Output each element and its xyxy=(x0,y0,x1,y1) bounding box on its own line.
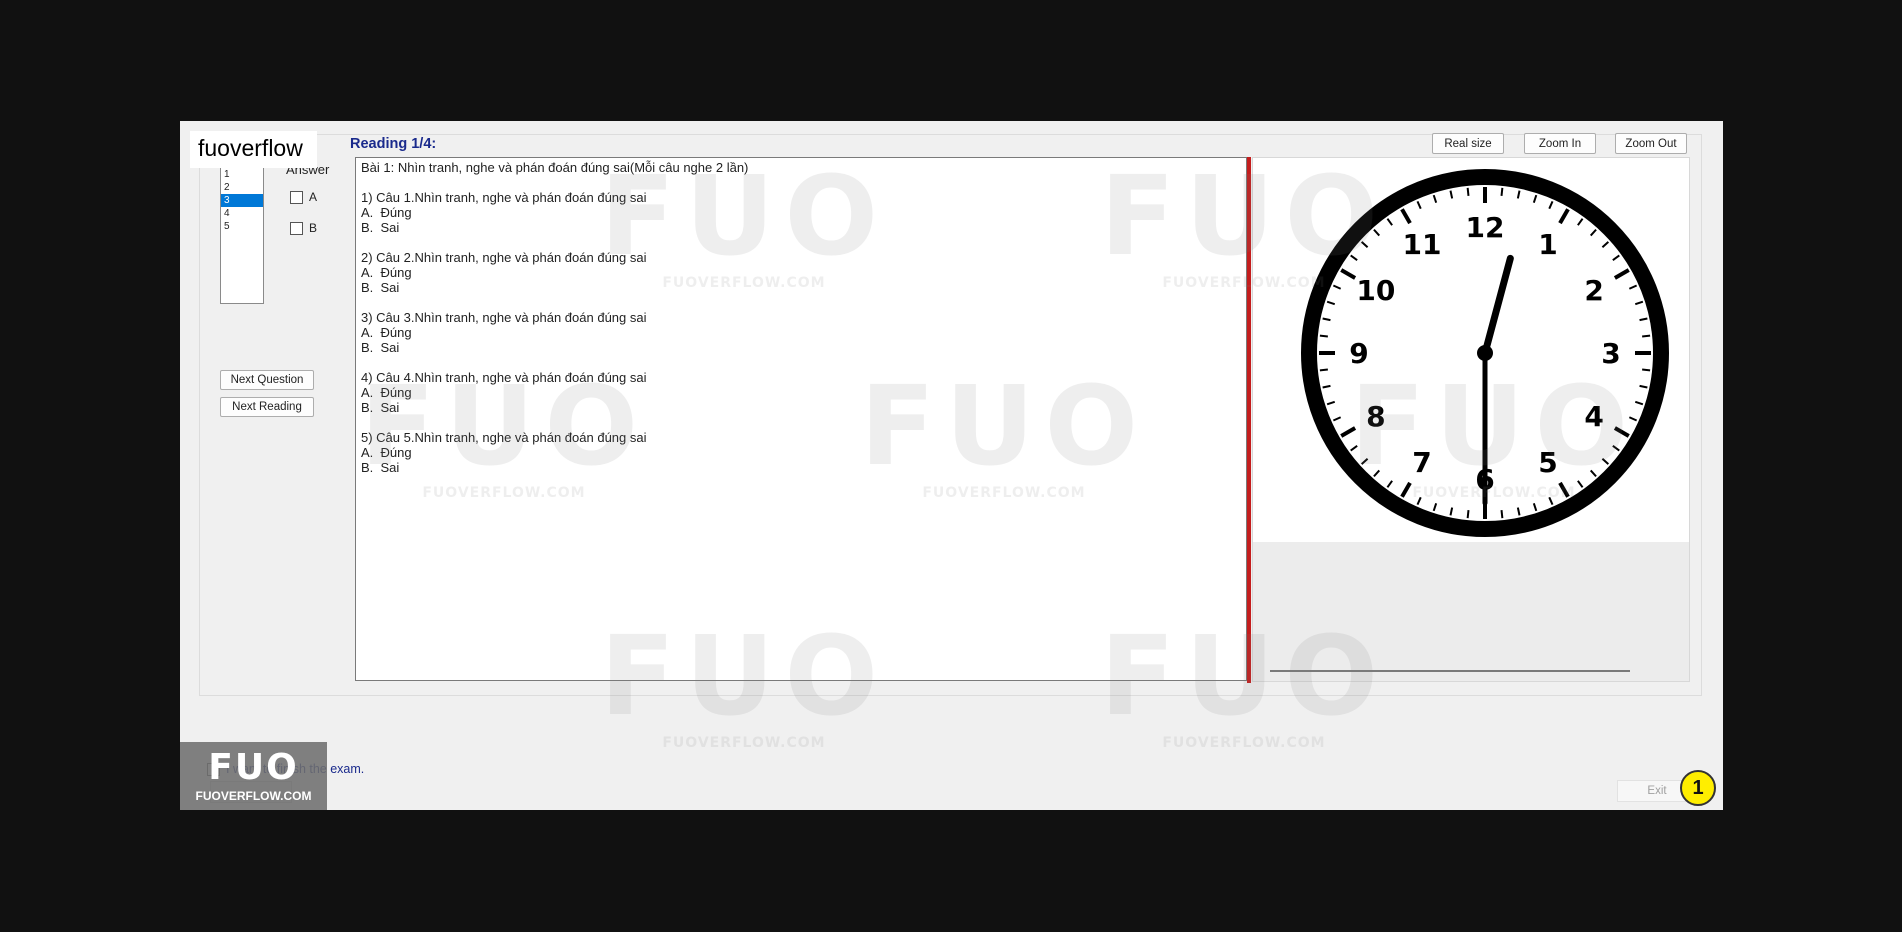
zoom-in-button[interactable]: Zoom In xyxy=(1524,133,1596,154)
question-item-1[interactable]: 1 xyxy=(221,168,263,181)
answer-b-label: B xyxy=(309,221,318,235)
clock-minute-tick xyxy=(1466,187,1470,196)
clock-number: 4 xyxy=(1584,400,1603,433)
clock-minute-tick xyxy=(1319,368,1328,372)
answer-option-a[interactable]: A xyxy=(290,190,317,204)
reading-title: Reading 1/4: xyxy=(350,136,437,152)
clock-number: 1 xyxy=(1538,228,1557,261)
question-item-5[interactable]: 5 xyxy=(221,220,263,233)
zoom-out-button[interactable]: Zoom Out xyxy=(1615,133,1687,154)
reading-text-area[interactable]: Bài 1: Nhìn tranh, nghe và phán đoán đún… xyxy=(355,157,1247,681)
clock-number: 8 xyxy=(1366,400,1385,433)
image-scrollbar[interactable] xyxy=(1270,670,1630,672)
fuo-logo-text: FUO xyxy=(208,747,299,788)
question-list[interactable]: 1 2 3 4 5 xyxy=(220,166,264,304)
answer-a-label: A xyxy=(309,190,318,204)
answer-b-checkbox[interactable] xyxy=(290,221,303,235)
clock-number: 12 xyxy=(1466,211,1505,244)
panel-splitter[interactable] xyxy=(1247,157,1251,683)
fuo-logo: FUO FUOVERFLOW.COM xyxy=(180,742,327,810)
step-badge: 1 xyxy=(1680,770,1716,806)
clock-number: 3 xyxy=(1601,337,1620,370)
clock-number: 11 xyxy=(1403,228,1442,261)
clock-minute-tick xyxy=(1466,510,1470,519)
clock-minute-tick xyxy=(1319,334,1328,338)
clock-number: 9 xyxy=(1349,337,1368,370)
clock-image: 121234567891011 xyxy=(1253,158,1689,542)
clock-number: 2 xyxy=(1584,274,1603,307)
clock-minute-tick xyxy=(1500,510,1504,519)
next-reading-button[interactable]: Next Reading xyxy=(220,397,314,417)
clock-minute-tick xyxy=(1500,187,1504,196)
clock-number: 10 xyxy=(1356,274,1395,307)
fuo-logo-site: FUOVERFLOW.COM xyxy=(195,789,312,803)
clock-number: 5 xyxy=(1538,446,1557,479)
answer-option-b[interactable]: B xyxy=(290,221,317,235)
question-item-2[interactable]: 2 xyxy=(221,181,263,194)
question-item-3[interactable]: 3 xyxy=(221,194,263,207)
brand-tag: fuoverflow xyxy=(190,131,317,168)
exam-window: fuoverflow Answer 1 2 3 4 5 A B Next Que… xyxy=(180,121,1723,810)
clock-icon: 121234567891011 xyxy=(1301,169,1669,537)
question-item-4[interactable]: 4 xyxy=(221,207,263,220)
answer-a-checkbox[interactable] xyxy=(290,190,303,204)
real-size-button[interactable]: Real size xyxy=(1432,133,1504,154)
clock-minute-tick xyxy=(1642,334,1651,338)
clock-number: 7 xyxy=(1412,446,1431,479)
clock-center-pin xyxy=(1477,345,1493,361)
next-question-button[interactable]: Next Question xyxy=(220,370,314,390)
clock-minute-tick xyxy=(1642,368,1651,372)
